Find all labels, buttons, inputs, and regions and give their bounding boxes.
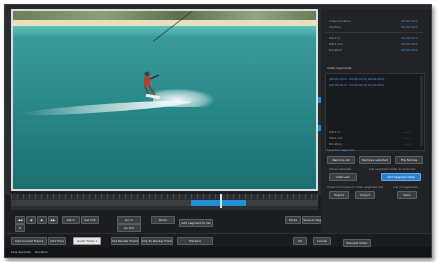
add-current-frame-button[interactable]: Add Current Frame <box>11 237 47 245</box>
total-label: Mark in <box>329 130 341 134</box>
segment-item[interactable]: [00:00:01:0 - 00:00:02:0] 00:00:00:0 <box>329 83 384 87</box>
segments-panel: Video duration 00:00:02:0 Position 00:00… <box>321 9 429 233</box>
markers-button[interactable]: Markers <box>177 237 213 245</box>
status-left: Line Seconds <box>11 250 31 254</box>
info-value: 00:00:00:0 <box>401 48 418 52</box>
segments-scrollbar[interactable] <box>420 76 423 146</box>
play-button[interactable]: ▶ <box>37 216 47 224</box>
stop-button[interactable]: ⏹ <box>15 224 25 232</box>
total-label: Mark out <box>329 136 343 140</box>
audio-track-select[interactable]: Audio Track 1 <box>73 237 101 245</box>
panel-divider <box>325 32 423 33</box>
export-button[interactable]: Export <box>329 191 349 199</box>
import-export-label: Import and export video segment list <box>327 185 383 189</box>
preview-video-button[interactable]: Preview Video <box>343 239 371 247</box>
list-label: List of segments <box>393 185 418 189</box>
set-render-frame-button[interactable]: Set Render Frame <box>111 237 139 245</box>
transport-controls: ◀◀ ◀ ▶ ▶▶ ⏹ Set In Set Out Go In Go Out … <box>5 211 332 232</box>
status-mid: Duration <box>35 250 49 254</box>
mode-button[interactable]: Mode <box>285 216 301 224</box>
intervals-button[interactable]: Intervals <box>329 173 357 181</box>
go-in-button[interactable]: Go In <box>117 216 141 224</box>
ok-button[interactable]: OK <box>293 237 307 245</box>
file-names-button[interactable]: File Names <box>395 156 423 164</box>
segment-item[interactable]: [00:00:00:0 - 00:00:01:0] 00:00:00:0 <box>329 77 384 81</box>
set-out-button[interactable]: Set Out <box>81 216 99 224</box>
set-in-button[interactable]: Set In <box>62 216 80 224</box>
info-value: 00:00:02:0 <box>401 42 418 46</box>
info-value: 00:00:02:0 <box>401 25 418 29</box>
remove-selected-button[interactable]: Remove selected <box>359 156 391 164</box>
remove-all-button[interactable]: Remove All <box>327 156 355 164</box>
timeline[interactable] <box>11 194 318 210</box>
info-value: 00:00:02:0 <box>401 19 418 23</box>
show-intervals-label: Show intervals <box>329 167 352 171</box>
info-label: Video duration <box>329 19 351 23</box>
status-bar: Line Seconds Duration <box>5 247 431 257</box>
total-value: -- -- -- <box>403 130 412 134</box>
total-value: -- -- -- <box>403 136 412 140</box>
total-label: Duration <box>329 142 343 146</box>
timeline-track[interactable] <box>11 200 318 206</box>
info-label: Mark in <box>329 36 341 40</box>
step-back-button[interactable]: ◀ <box>26 216 36 224</box>
clip-to-render-frame-button[interactable]: Clip To Render Frame <box>141 237 173 245</box>
timeline-playhead[interactable] <box>220 194 222 208</box>
info-value: 00:00:01:0 <box>401 36 418 40</box>
timeline-selected-range[interactable] <box>191 200 246 206</box>
rewind-button[interactable]: ◀◀ <box>15 216 25 224</box>
info-label: Duration <box>329 48 343 52</box>
timeline-ruler <box>11 194 318 199</box>
info-label: Position <box>329 25 341 29</box>
total-value: -- -- -- <box>403 142 412 146</box>
fast-forward-button[interactable]: ▶▶ <box>48 216 58 224</box>
cancel-button[interactable]: Cancel <box>313 237 331 245</box>
join-label: Join segment slider to intervals <box>369 167 416 171</box>
video-shoreline-trees <box>13 11 316 20</box>
segments-title: Video Segments <box>327 66 352 70</box>
add-time-button[interactable]: Add Time <box>48 237 66 245</box>
video-editor-window: ◀◀ ◀ ▶ ▶▶ ⏹ Set In Set Out Go In Go Out … <box>4 4 432 258</box>
import-button[interactable]: Import <box>355 191 375 199</box>
save-button[interactable]: Save <box>397 191 417 199</box>
mark-in-field[interactable]: Mode <box>151 216 175 224</box>
info-label: Mark out <box>329 42 343 46</box>
kitesurfer <box>144 71 161 100</box>
go-out-button[interactable]: Go Out <box>117 224 141 232</box>
video-preview[interactable] <box>11 9 318 191</box>
selected-segment-label: Selected segment <box>327 148 355 152</box>
add-segment-now-button[interactable]: Add Segment Now <box>381 173 421 181</box>
add-segment-button[interactable]: Add segment to list <box>179 219 213 227</box>
bottom-bar: Add Current Frame Add Time Audio Track 1… <box>5 233 431 248</box>
